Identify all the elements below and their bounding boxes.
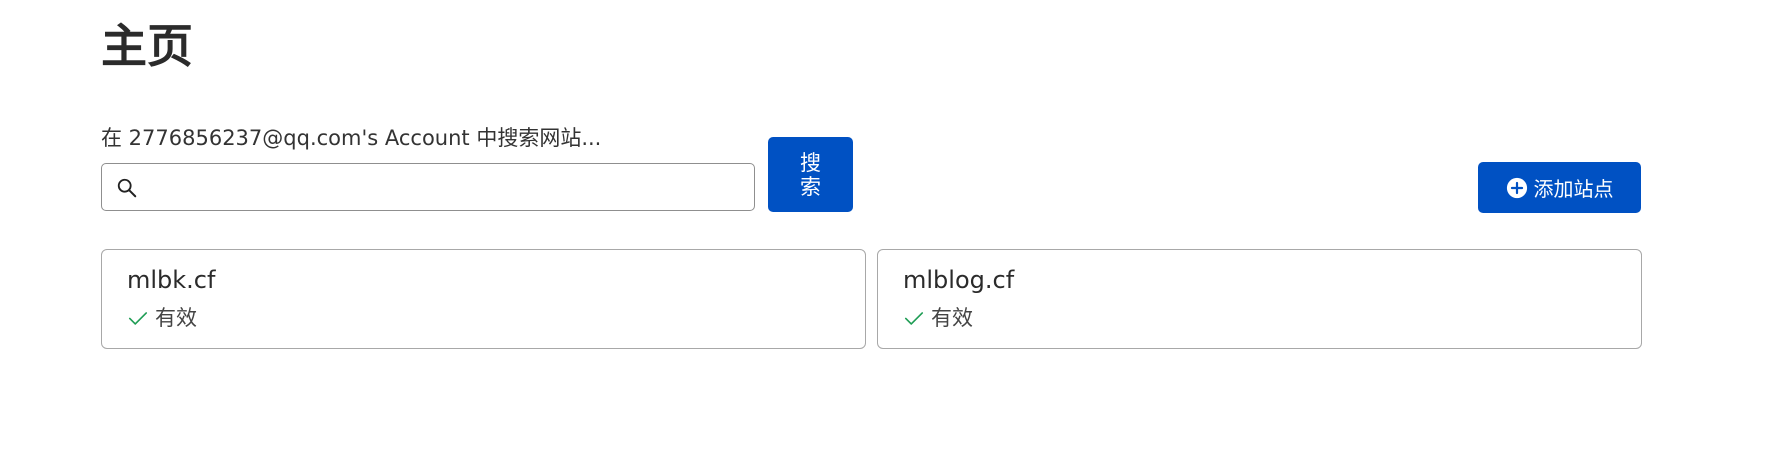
site-name[interactable]: mlbk.cf	[127, 264, 215, 296]
site-status: 有效	[127, 305, 197, 331]
check-icon	[904, 312, 924, 325]
search-label: 在 2776856237@qq.com's Account 中搜索网站...	[101, 126, 602, 150]
site-card[interactable]: mlblog.cf 有效	[877, 249, 1642, 349]
site-status: 有效	[903, 305, 973, 331]
add-site-label: 添加站点	[1533, 177, 1614, 201]
search-box[interactable]	[101, 163, 755, 211]
add-site-button[interactable]: 添加站点	[1478, 162, 1641, 213]
page-title: 主页	[101, 19, 193, 73]
plus-circle-icon	[1506, 177, 1527, 198]
site-status-label: 有效	[931, 306, 973, 330]
home-page: 主页 在 2776856237@qq.com's Account 中搜索网站..…	[0, 0, 1771, 464]
site-name[interactable]: mlblog.cf	[903, 264, 1014, 296]
site-card[interactable]: mlbk.cf 有效	[101, 249, 866, 349]
site-status-label: 有效	[155, 306, 197, 330]
check-icon	[128, 312, 148, 325]
search-button[interactable]: 搜索	[768, 137, 853, 212]
search-icon	[117, 178, 137, 198]
search-input[interactable]	[148, 168, 748, 208]
